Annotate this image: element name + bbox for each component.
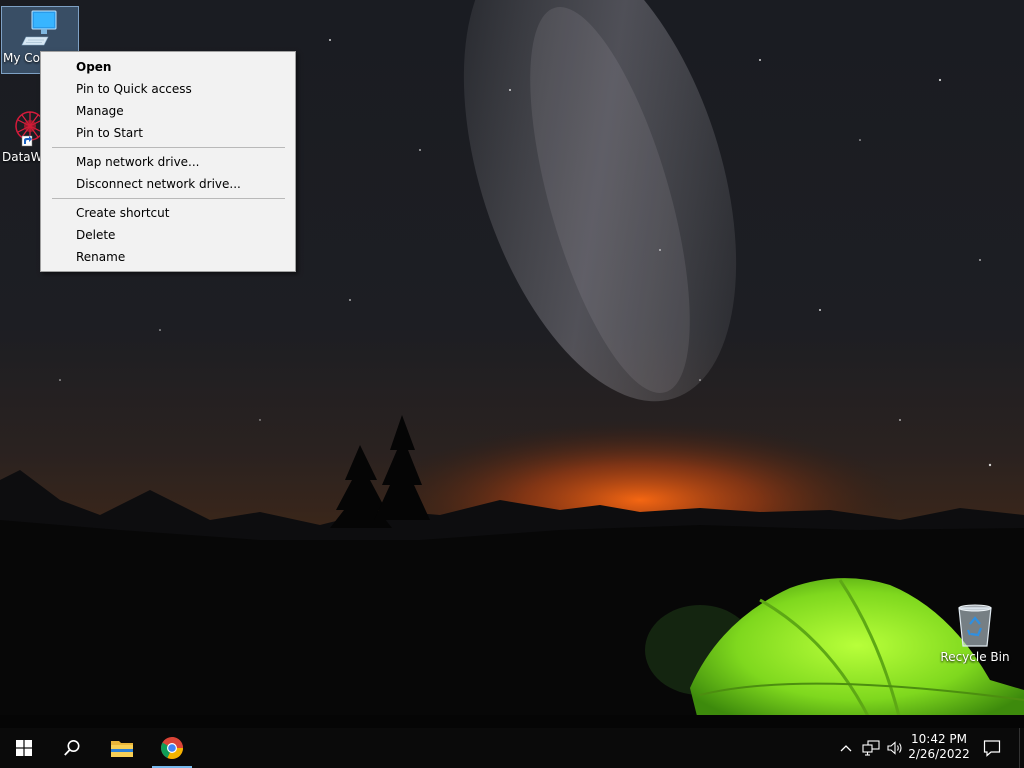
chevron-up-icon	[840, 745, 852, 752]
network-icon	[862, 740, 880, 756]
volume-button[interactable]	[884, 728, 906, 768]
menu-separator	[52, 147, 285, 148]
file-explorer-icon	[111, 741, 133, 757]
desktop[interactable]: My Computer DataWa Recycle Bin Open Pin …	[0, 0, 1024, 728]
search-icon	[64, 740, 80, 756]
action-center-button[interactable]	[978, 728, 1006, 768]
menu-item-delete[interactable]: Delete	[41, 224, 295, 246]
clock-date: 2/26/2022	[908, 747, 970, 761]
file-explorer-button[interactable]	[98, 728, 146, 768]
menu-item-create-shortcut[interactable]: Create shortcut	[41, 202, 295, 224]
menu-separator	[52, 198, 285, 199]
start-button[interactable]	[0, 728, 48, 768]
menu-item-manage[interactable]: Manage	[41, 100, 295, 122]
network-button[interactable]	[860, 728, 882, 768]
recycle-bin-icon	[958, 604, 992, 647]
desktop-icon-recycle-bin[interactable]: Recycle Bin	[937, 602, 1013, 664]
menu-item-map-network-drive[interactable]: Map network drive...	[41, 151, 295, 173]
taskbar: 10:42 PM 2/26/2022	[0, 728, 1024, 768]
chrome-icon	[161, 737, 183, 759]
search-button[interactable]	[48, 728, 96, 768]
show-desktop-button[interactable]	[1019, 728, 1024, 768]
show-hidden-icons-button[interactable]	[836, 728, 856, 768]
clock-time: 10:42 PM	[911, 732, 967, 746]
notification-icon	[983, 740, 1001, 757]
desktop-icon-label: Recycle Bin	[940, 650, 1010, 664]
taskbar-clock[interactable]: 10:42 PM 2/26/2022	[905, 728, 973, 768]
computer-icon	[21, 10, 57, 46]
menu-item-disconnect-network-drive[interactable]: Disconnect network drive...	[41, 173, 295, 195]
menu-item-pin-to-start[interactable]: Pin to Start	[41, 122, 295, 144]
context-menu: Open Pin to Quick access Manage Pin to S…	[40, 51, 296, 272]
windows-start-icon	[16, 740, 32, 756]
menu-item-open[interactable]: Open	[41, 56, 295, 78]
chrome-button[interactable]	[148, 728, 196, 768]
menu-item-rename[interactable]: Rename	[41, 246, 295, 268]
volume-icon	[887, 741, 902, 755]
menu-item-pin-to-quick-access[interactable]: Pin to Quick access	[41, 78, 295, 100]
